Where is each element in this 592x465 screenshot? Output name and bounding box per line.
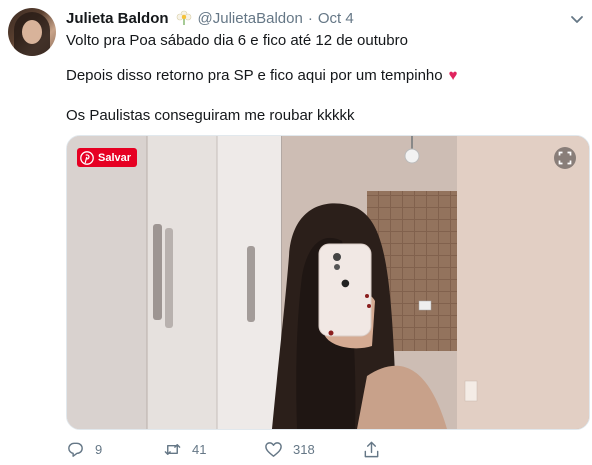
retweet-icon <box>164 443 181 455</box>
chevron-down-icon[interactable] <box>568 10 586 28</box>
reply-count: 9 <box>95 441 103 457</box>
heart-emoji: ♥ <box>448 67 458 84</box>
author-name[interactable]: Julieta Baldon <box>66 10 169 27</box>
pinterest-icon <box>80 150 94 165</box>
separator-dot: · <box>307 9 313 27</box>
tweet-date[interactable]: Oct 4 <box>318 10 354 27</box>
heart-icon <box>265 441 282 457</box>
like-button[interactable]: 318 <box>264 438 315 460</box>
author-handle[interactable]: @JulietaBaldon <box>198 10 303 27</box>
tweet-text-line-1: Volto pra Poa sábado dia 6 e fico até 12… <box>66 32 408 49</box>
reply-icon <box>68 442 83 457</box>
pinterest-save-button[interactable]: Salvar <box>77 148 138 167</box>
pinterest-save-label: Salvar <box>98 151 132 164</box>
tweet-photo[interactable]: ● Salvar <box>66 135 590 430</box>
expand-icon[interactable] <box>553 146 577 170</box>
share-icon <box>364 441 379 457</box>
avatar[interactable] <box>8 8 56 56</box>
flower-emoji-icon <box>176 10 191 25</box>
tweet[interactable]: Julieta Baldon @JulietaBaldon · Oct 4 Vo… <box>0 0 592 465</box>
apple-logo-icon: ● <box>341 278 350 289</box>
retweet-count: 41 <box>192 441 207 457</box>
retweet-button[interactable]: 41 <box>163 438 206 460</box>
photo-content: ● <box>67 136 589 429</box>
share-button[interactable] <box>362 438 391 460</box>
tweet-header: Julieta Baldon @JulietaBaldon · Oct 4 <box>66 8 354 28</box>
tweet-text-line-3: Os Paulistas conseguiram me roubar kkkkk <box>66 107 355 124</box>
tweet-text-line-2-content: Depois disso retorno pra SP e fico aqui … <box>66 67 443 84</box>
like-count: 318 <box>293 441 315 457</box>
reply-button[interactable]: 9 <box>66 438 102 460</box>
tweet-text-line-2: Depois disso retorno pra SP e fico aqui … <box>66 66 458 86</box>
